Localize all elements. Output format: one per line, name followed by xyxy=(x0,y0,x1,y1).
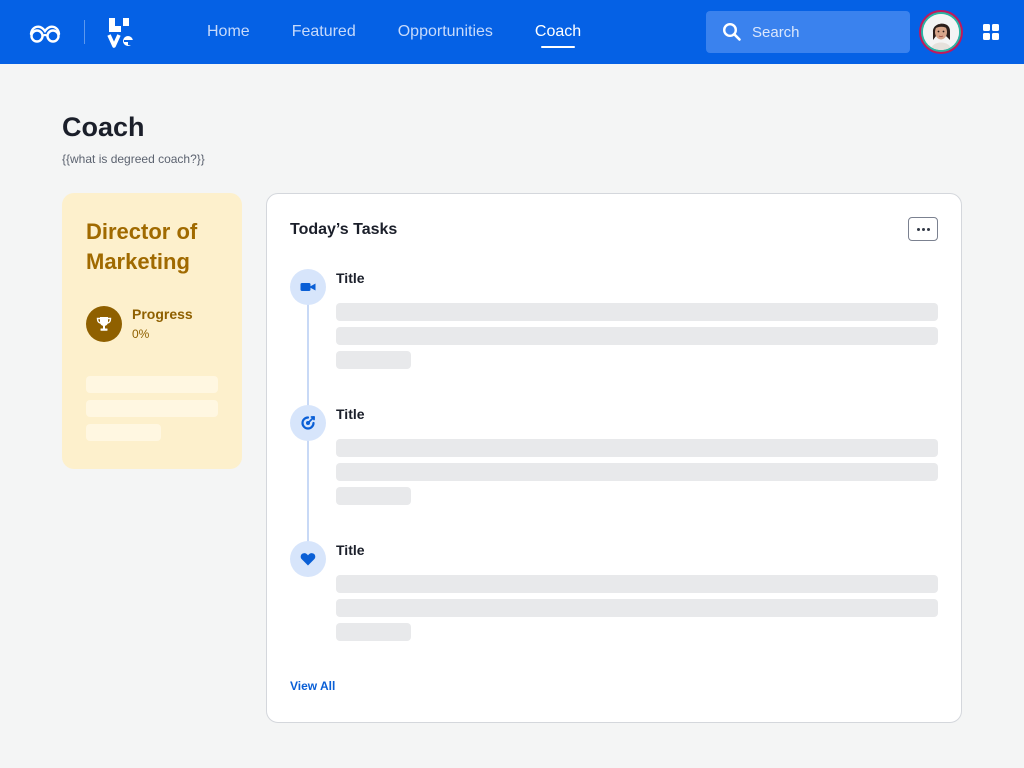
search-box[interactable] xyxy=(706,11,910,53)
top-navigation-bar: Home Featured Opportunities Coach xyxy=(0,0,1024,64)
brand-logo-icon[interactable] xyxy=(106,16,138,48)
skeleton-line xyxy=(86,376,218,393)
search-icon xyxy=(722,22,741,41)
skeleton-line xyxy=(86,424,161,441)
skeleton-line xyxy=(336,439,938,457)
logo-divider xyxy=(84,20,85,44)
role-card[interactable]: Director of Marketing Progress 0% xyxy=(62,193,242,469)
avatar-photo xyxy=(923,14,959,50)
view-all-link[interactable]: View All xyxy=(290,679,335,693)
progress-value: 0% xyxy=(132,327,150,341)
trophy-icon xyxy=(86,306,122,342)
timeline-connector xyxy=(307,440,309,542)
skeleton-line xyxy=(86,400,218,417)
skeleton-line xyxy=(336,623,411,641)
task-title[interactable]: Title xyxy=(336,270,365,286)
apps-grid-icon[interactable] xyxy=(983,24,999,40)
skeleton-line xyxy=(336,351,411,369)
skeleton-line xyxy=(336,487,411,505)
target-icon xyxy=(290,405,326,441)
main-nav: Home Featured Opportunities Coach xyxy=(207,0,623,64)
nav-featured[interactable]: Featured xyxy=(292,0,356,64)
page-subtitle[interactable]: {{what is degreed coach?}} xyxy=(62,152,205,166)
search-input[interactable] xyxy=(752,23,892,41)
nav-opportunities[interactable]: Opportunities xyxy=(398,0,493,64)
avatar-ring xyxy=(921,12,961,52)
timeline-connector xyxy=(307,304,309,406)
page-title: Coach xyxy=(62,112,145,142)
todays-tasks-card: Today’s Tasks Title Title Title View All xyxy=(266,193,962,723)
role-title: Director of Marketing xyxy=(86,219,198,274)
skeleton-line xyxy=(336,599,938,617)
skeleton-line xyxy=(336,303,938,321)
avatar[interactable] xyxy=(919,10,963,54)
nav-home[interactable]: Home xyxy=(207,0,250,64)
nav-coach[interactable]: Coach xyxy=(535,0,581,64)
tasks-title: Today’s Tasks xyxy=(290,221,398,238)
task-title[interactable]: Title xyxy=(336,542,365,558)
glasses-logo-icon[interactable] xyxy=(28,20,62,44)
skeleton-line xyxy=(336,575,938,593)
progress-label: Progress xyxy=(132,306,193,322)
skeleton-line xyxy=(336,327,938,345)
more-options-icon[interactable] xyxy=(908,217,938,241)
heart-icon xyxy=(290,541,326,577)
video-icon xyxy=(290,269,326,305)
skeleton-line xyxy=(336,463,938,481)
task-title[interactable]: Title xyxy=(336,406,365,422)
